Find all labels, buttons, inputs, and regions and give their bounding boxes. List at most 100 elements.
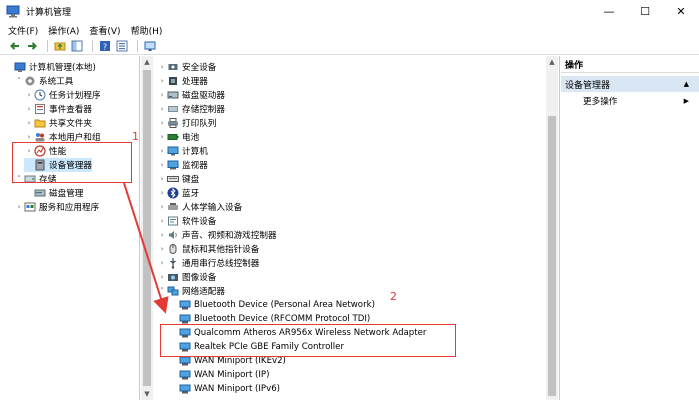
device-tree-item[interactable]: › 安全设备 — [157, 60, 217, 74]
nav-tree-item[interactable]: › 服务和应用程序 — [14, 200, 99, 214]
device-tree-item[interactable]: › 计算机 — [157, 144, 208, 158]
chevron-right-icon[interactable]: › — [24, 105, 34, 113]
device-tree-item[interactable]: › 人体学输入设备 — [157, 200, 242, 214]
chevron-right-icon[interactable]: › — [157, 273, 167, 281]
chevron-right-icon[interactable]: › — [24, 119, 34, 127]
chevron-right-icon[interactable]: › — [157, 63, 167, 71]
svg-text:?: ? — [102, 43, 106, 52]
menu-file[interactable]: 文件(F) — [8, 24, 38, 37]
chevron-right-icon[interactable]: › — [157, 217, 167, 225]
actions-group-label: 设备管理器 — [565, 80, 611, 91]
chevron-right-icon[interactable]: › — [157, 175, 167, 183]
nav-tree-item[interactable]: ˅ 系统工具 — [14, 74, 73, 88]
device-tree-item[interactable]: › 软件设备 — [157, 214, 216, 228]
chevron-right-icon[interactable]: › — [157, 189, 167, 197]
device-tree-item-label: WAN Miniport (IPv6) — [194, 384, 281, 394]
device-tree-right-scrollbar[interactable]: ▲ — [546, 56, 558, 400]
network-adapter-icon — [179, 299, 191, 311]
device-tree-item[interactable]: › 打印队列 — [157, 116, 216, 130]
more-actions-item[interactable]: 更多操作 ▶ — [561, 94, 699, 108]
chevron-right-icon[interactable]: › — [24, 91, 34, 99]
device-tree-item[interactable]: › 监视器 — [157, 158, 208, 172]
chevron-right-icon[interactable]: › — [24, 133, 34, 141]
chevron-right-icon[interactable]: › — [157, 105, 167, 113]
chevron-right-icon[interactable]: › — [157, 259, 167, 267]
close-button[interactable]: ✕ — [663, 0, 699, 22]
device-tree-item[interactable]: › 磁盘驱动器 — [157, 88, 225, 102]
properties-icon[interactable] — [115, 40, 128, 53]
scroll-thumb[interactable] — [143, 70, 151, 386]
device-tree-item[interactable]: WAN Miniport (IPv6) — [169, 382, 280, 396]
collapse-up-icon[interactable]: ▲ — [684, 80, 689, 88]
device-tree-item[interactable]: › 声音、视频和游戏控制器 — [157, 228, 277, 242]
device-tree-item[interactable]: › 电池 — [157, 130, 200, 144]
device-tree-item[interactable]: Bluetooth Device (Personal Area Network) — [169, 298, 375, 312]
monitor-view-icon[interactable] — [143, 40, 156, 53]
clock-icon — [34, 89, 46, 101]
nav-tree-item[interactable]: › 事件查看器 — [24, 102, 92, 116]
actions-header: 操作 — [561, 56, 699, 73]
chevron-right-icon[interactable]: › — [157, 77, 167, 85]
chevron-right-icon[interactable]: › — [157, 119, 167, 127]
device-tree-item[interactable]: ˅ 网络适配器 — [157, 284, 225, 298]
chevron-right-icon[interactable]: › — [157, 147, 167, 155]
annotation-number-1: 1 — [132, 130, 139, 143]
device-tree-item[interactable]: › 蓝牙 — [157, 186, 199, 200]
device-tree-item[interactable]: › 通用串行总线控制器 — [157, 256, 259, 270]
device-tree-item[interactable]: › 处理器 — [157, 74, 208, 88]
forward-arrow-icon[interactable] — [25, 40, 38, 53]
minimize-button[interactable]: — — [591, 0, 627, 22]
storage-controller-icon — [167, 103, 179, 115]
chevron-right-icon[interactable]: › — [14, 203, 24, 211]
device-tree-item[interactable]: › 鼠标和其他指针设备 — [157, 242, 259, 256]
device-tree-item[interactable]: WAN Miniport (IP) — [169, 368, 269, 382]
title-bar: 计算机管理 — ☐ ✕ — [0, 0, 699, 22]
scroll-thumb[interactable] — [548, 116, 556, 396]
chevron-right-icon[interactable]: › — [157, 231, 167, 239]
menu-view[interactable]: 查看(V) — [89, 24, 120, 37]
device-tree-item[interactable]: › 图像设备 — [157, 270, 217, 284]
nav-tree-item[interactable]: › 共享文件夹 — [24, 116, 92, 130]
chevron-right-icon[interactable]: › — [157, 133, 167, 141]
security-icon — [167, 61, 179, 73]
up-folder-icon[interactable] — [53, 40, 66, 53]
nav-tree-item-label: 磁盘管理 — [49, 189, 84, 199]
expand-down-arrow-icon[interactable]: ˅ — [157, 287, 167, 295]
nav-tree-item[interactable]: 计算机管理(本地) — [4, 60, 96, 74]
nav-tree-item-label: 事件查看器 — [49, 105, 92, 115]
device-tree-item-label: 打印队列 — [182, 119, 217, 129]
network-icon — [167, 285, 179, 297]
device-tree-item-label: 安全设备 — [182, 63, 217, 73]
chevron-right-icon[interactable]: › — [157, 245, 167, 253]
nav-tree-item[interactable]: › 任务计划程序 — [24, 88, 101, 102]
cpu-icon — [167, 75, 179, 87]
chevron-right-icon[interactable]: › — [157, 91, 167, 99]
scroll-down-arrow-icon[interactable]: ▼ — [141, 388, 153, 400]
actions-group-device-manager[interactable]: 设备管理器 ▲ — [561, 76, 699, 92]
nav-tree-item-label: 共享文件夹 — [49, 119, 92, 129]
show-hide-tree-icon[interactable] — [70, 40, 83, 53]
computer-icon — [167, 145, 179, 157]
device-tree-item[interactable]: › 存储控制器 — [157, 102, 225, 116]
chevron-right-icon[interactable]: › — [157, 161, 167, 169]
maximize-button[interactable]: ☐ — [627, 0, 663, 22]
scroll-up-arrow-icon[interactable]: ▲ — [546, 56, 558, 68]
device-tree-item[interactable]: › 键盘 — [157, 172, 200, 186]
device-tree-item-label: 图像设备 — [182, 273, 217, 283]
mouse-icon — [167, 243, 179, 255]
expand-down-arrow-icon[interactable]: ˅ — [14, 77, 24, 85]
scroll-up-arrow-icon[interactable]: ▲ — [141, 56, 153, 68]
back-arrow-icon[interactable] — [8, 40, 21, 53]
disk-icon — [34, 187, 46, 199]
device-tree-left-scrollbar[interactable]: ▲ ▼ — [141, 56, 153, 400]
menu-action[interactable]: 操作(A) — [48, 24, 79, 37]
help-icon[interactable]: ? — [98, 40, 111, 53]
menu-help[interactable]: 帮助(H) — [131, 24, 163, 37]
tools-icon — [24, 75, 36, 87]
device-tree-item-label: 电池 — [182, 133, 200, 143]
computer-management-app-icon — [6, 4, 20, 18]
monitor-icon — [167, 159, 179, 171]
nav-tree-item[interactable]: 磁盘管理 — [24, 186, 83, 200]
device-tree-item-label: 存储控制器 — [182, 105, 225, 115]
chevron-right-icon[interactable]: › — [157, 203, 167, 211]
